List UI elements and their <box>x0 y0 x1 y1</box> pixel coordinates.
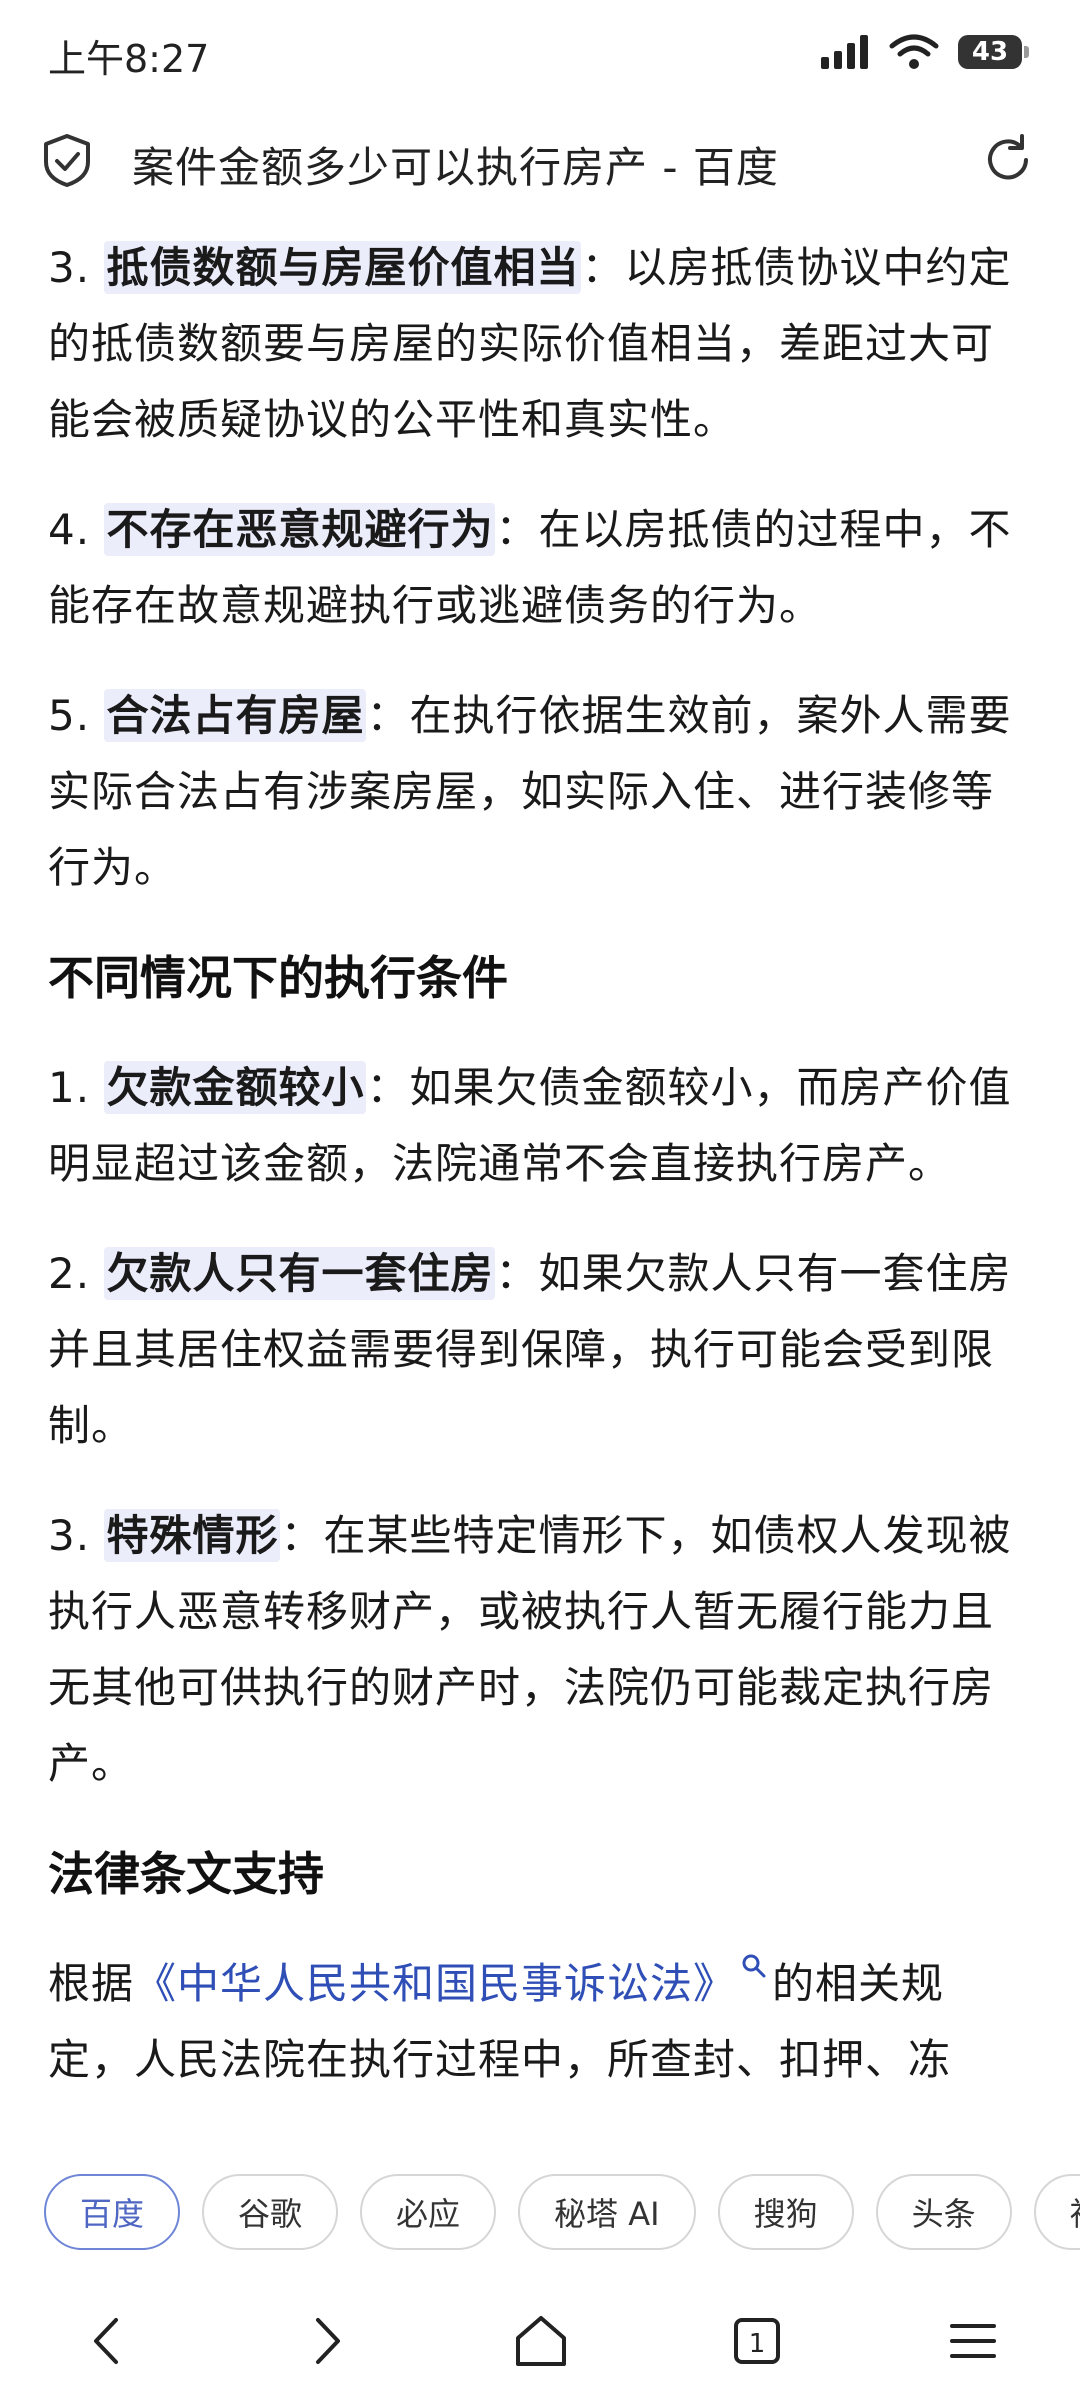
battery-level: 43 <box>971 37 1009 67</box>
signal-icon <box>821 35 868 69</box>
highlight-term: 抵债数额与房屋价值相当 <box>104 241 582 294</box>
engine-chip-sogou[interactable]: 搜狗 <box>717 2174 854 2250</box>
back-icon[interactable] <box>74 2306 144 2376</box>
refresh-icon[interactable] <box>980 132 1036 188</box>
engine-chip-bing[interactable]: 必应 <box>360 2174 497 2250</box>
bottom-nav-bar: 1 <box>0 2270 1080 2400</box>
search-icon[interactable] <box>740 1952 768 1980</box>
list-item: 5. 合法占有房屋：在执行依据生效前，案外人需要实际合法占有涉案房屋，如实际入住… <box>48 689 1012 892</box>
forward-icon[interactable] <box>290 2306 360 2376</box>
list-item: 3. 抵债数额与房屋价值相当：以房抵债协议中约定的抵债数额要与房屋的实际价值相当… <box>48 241 1012 444</box>
section-heading: 不同情况下的执行条件 <box>48 951 508 1005</box>
status-icons: 43 <box>821 32 1029 72</box>
svg-text:1: 1 <box>749 2329 766 2359</box>
list-item: 4. 不存在恶意规避行为：在以房抵债的过程中，不能存在故意规避执行或逃避债务的行… <box>48 503 1012 630</box>
list-item: 3. 特殊情形：在某些特定情形下，如债权人发现被执行人恶意转移财产，或被执行人暂… <box>48 1509 1012 1788</box>
engine-chip-metaso[interactable]: 秘塔 AI <box>518 2174 696 2250</box>
page-title[interactable]: 案件金额多少可以执行房产 - 百度 <box>132 134 779 195</box>
list-item: 1. 欠款金额较小：如果欠债金额较小，而房产价值明显超过该金额，法院通常不会直接… <box>48 1061 1012 1188</box>
engine-chip-toutiao[interactable]: 头条 <box>875 2174 1012 2250</box>
status-bar: 上午8:27 43 <box>0 0 1080 110</box>
engine-chip-baidu[interactable]: 百度 <box>44 2174 181 2250</box>
highlight-term: 合法占有房屋 <box>104 689 367 742</box>
title-bar: 案件金额多少可以执行房产 - 百度 <box>0 110 1080 210</box>
battery-icon: 43 <box>958 35 1029 69</box>
engine-chip-google[interactable]: 谷歌 <box>202 2174 339 2250</box>
wifi-icon <box>889 34 939 69</box>
home-icon[interactable] <box>506 2306 576 2376</box>
section-heading: 法律条文支持 <box>48 1847 324 1901</box>
menu-icon[interactable] <box>938 2306 1008 2376</box>
law-link[interactable]: 《中华人民共和国民事诉讼法》 <box>134 1959 736 2008</box>
list-item: 2. 欠款人只有一套住房：如果欠款人只有一套住房并且其居住权益需要得到保障，执行… <box>48 1247 1012 1450</box>
tabs-icon[interactable]: 1 <box>722 2306 792 2376</box>
highlight-term: 欠款金额较小 <box>104 1061 367 1114</box>
status-time: 上午8:27 <box>48 37 210 81</box>
shield-check-icon[interactable] <box>40 132 94 188</box>
highlight-term: 不存在恶意规避行为 <box>104 503 496 556</box>
highlight-term: 特殊情形 <box>104 1509 281 1562</box>
engine-chip-shenma[interactable]: 神马 <box>1033 2174 1080 2250</box>
article-content: 3. 抵债数额与房屋价值相当：以房抵债协议中约定的抵债数额要与房屋的实际价值相当… <box>48 230 1020 2120</box>
law-paragraph: 根据《中华人民共和国民事诉讼法》 的相关规定，人民法院在执行过程中，所查封、扣押、… <box>48 1946 1020 2098</box>
search-engine-bar: 百度谷歌必应秘塔 AI 搜狗头条神马 <box>0 2160 1080 2270</box>
highlight-term: 欠款人只有一套住房 <box>104 1247 496 1300</box>
